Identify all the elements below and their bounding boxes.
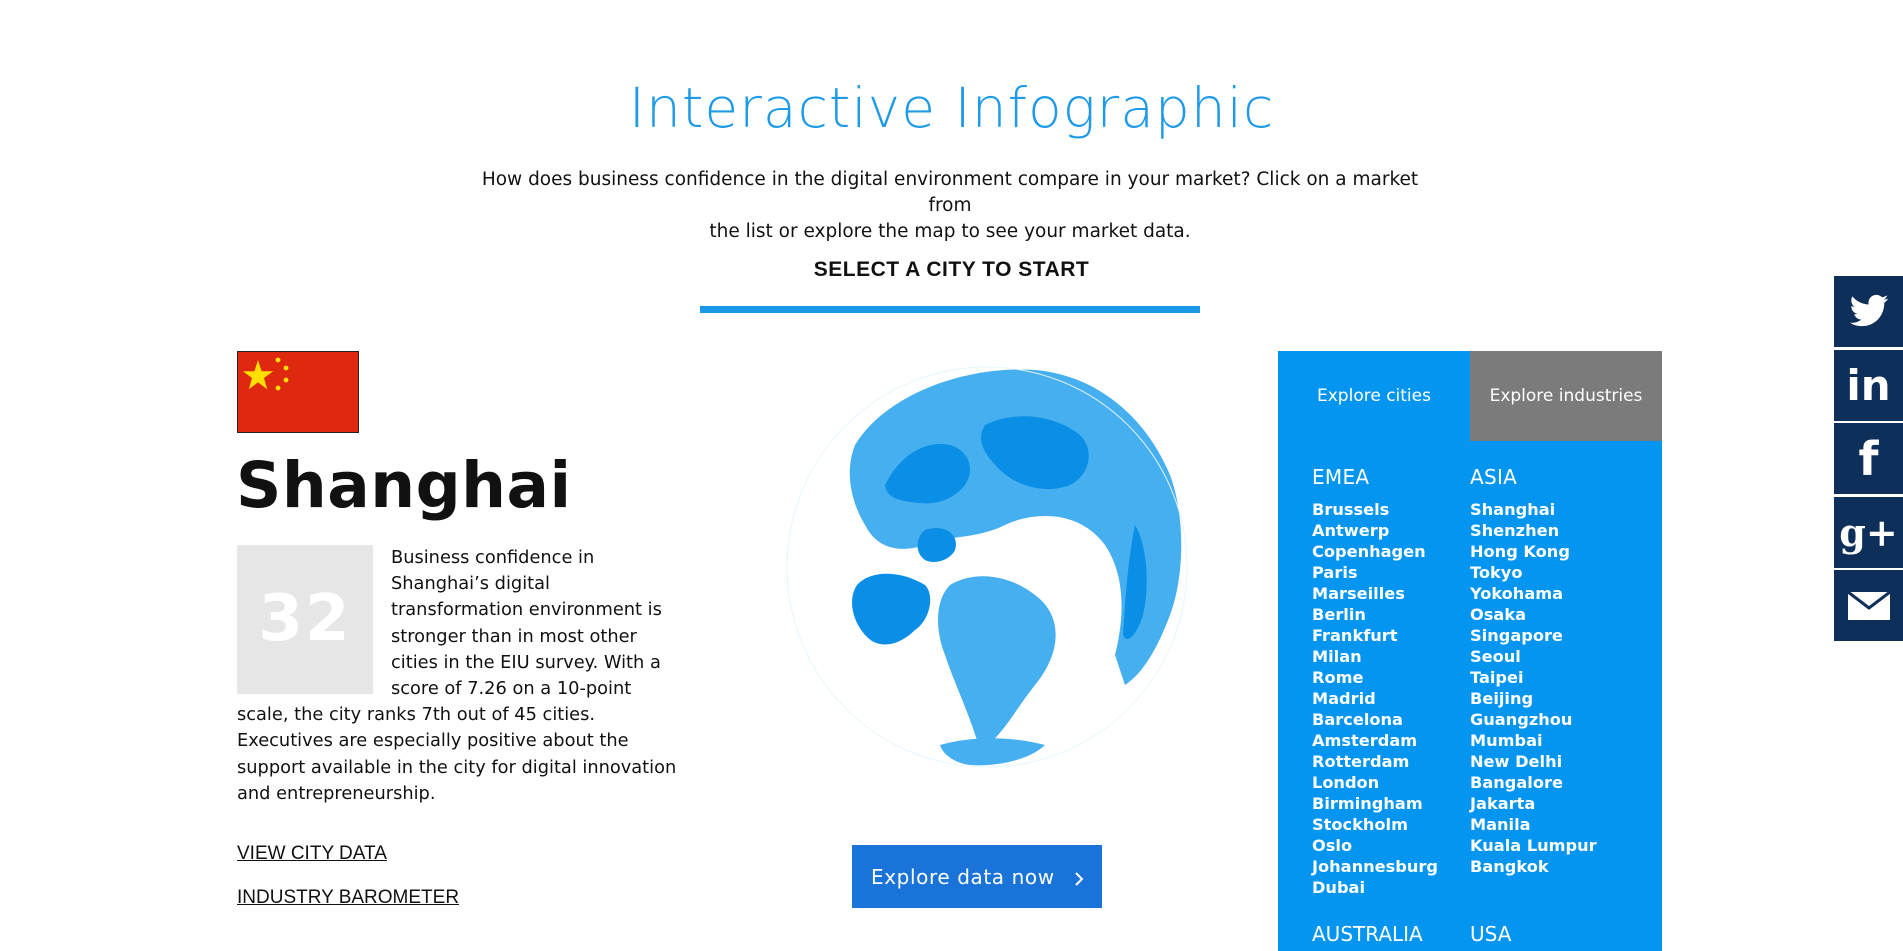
city-link[interactable]: Tokyo: [1470, 562, 1597, 583]
city-link[interactable]: Copenhagen: [1312, 541, 1438, 562]
city-link[interactable]: Shanghai: [1470, 499, 1597, 520]
city-link[interactable]: Bangkok: [1470, 856, 1597, 877]
city-link[interactable]: Madrid: [1312, 688, 1438, 709]
explore-data-label: Explore data now: [871, 864, 1055, 889]
city-link[interactable]: Rome: [1312, 667, 1438, 688]
linkedin-icon[interactable]: in: [1834, 349, 1903, 421]
city-link[interactable]: Barcelona: [1312, 709, 1438, 730]
city-link[interactable]: Beijing: [1470, 688, 1597, 709]
select-city-prompt: SELECT A CITY TO START: [813, 258, 1090, 281]
city-link[interactable]: Antwerp: [1312, 520, 1438, 541]
google-plus-icon[interactable]: g+: [1834, 496, 1903, 568]
chevron-right-icon: [1074, 868, 1084, 892]
intro-line-1: How does business confidence in the digi…: [481, 169, 1419, 216]
city-link[interactable]: Shenzhen: [1470, 520, 1597, 541]
linkedin-label: in: [1846, 360, 1891, 410]
city-link[interactable]: Dubai: [1312, 877, 1438, 898]
region-emea: EMEA Brussels Antwerp Copenhagen Paris M…: [1312, 465, 1438, 898]
city-link[interactable]: Stockholm: [1312, 814, 1438, 835]
city-list-emea: Brussels Antwerp Copenhagen Paris Marsei…: [1312, 499, 1438, 898]
region-heading: ASIA: [1470, 465, 1518, 489]
page-title: Interactive Infographic: [628, 76, 1275, 140]
city-link[interactable]: Brussels: [1312, 499, 1438, 520]
city-link[interactable]: Jakarta: [1470, 793, 1597, 814]
city-description: 32 Business confidence in Shanghai’s dig…: [237, 545, 677, 807]
city-link[interactable]: Manila: [1470, 814, 1597, 835]
google-plus-label: g+: [1839, 509, 1898, 555]
region-asia: ASIA Shanghai Shenzhen Hong Kong Tokyo Y…: [1470, 465, 1597, 877]
twitter-icon[interactable]: [1834, 276, 1903, 347]
facebook-label: f: [1858, 431, 1879, 486]
city-link[interactable]: Seoul: [1470, 646, 1597, 667]
city-link[interactable]: Hong Kong: [1470, 541, 1597, 562]
region-heading: EMEA: [1312, 465, 1370, 489]
city-link[interactable]: Yokohama: [1470, 583, 1597, 604]
intro-line-2: the list or explore the map to see your …: [709, 221, 1191, 242]
region-heading-usa: USA: [1470, 922, 1512, 946]
city-link[interactable]: New Delhi: [1470, 751, 1597, 772]
region-heading-australia: AUSTRALIA: [1312, 922, 1423, 946]
city-link[interactable]: Amsterdam: [1312, 730, 1438, 751]
city-link[interactable]: Kuala Lumpur: [1470, 835, 1597, 856]
city-link[interactable]: Guangzhou: [1470, 709, 1597, 730]
city-link[interactable]: Birmingham: [1312, 793, 1438, 814]
explore-data-button[interactable]: Explore data now: [852, 845, 1102, 908]
city-link[interactable]: Rotterdam: [1312, 751, 1438, 772]
tab-explore-industries[interactable]: Explore industries: [1470, 351, 1662, 441]
city-link[interactable]: Marseilles: [1312, 583, 1438, 604]
city-link[interactable]: Oslo: [1312, 835, 1438, 856]
facebook-icon[interactable]: f: [1834, 423, 1903, 494]
city-link[interactable]: London: [1312, 772, 1438, 793]
city-link[interactable]: Berlin: [1312, 604, 1438, 625]
city-link[interactable]: Bangalore: [1470, 772, 1597, 793]
select-underline: [700, 306, 1200, 313]
city-name: Shanghai: [236, 449, 572, 522]
city-list-asia: Shanghai Shenzhen Hong Kong Tokyo Yokoha…: [1470, 499, 1597, 877]
tab-explore-cities[interactable]: Explore cities: [1278, 351, 1470, 441]
industry-barometer-link[interactable]: INDUSTRY BAROMETER: [237, 887, 459, 909]
city-link[interactable]: Frankfurt: [1312, 625, 1438, 646]
city-score-badge: 32: [237, 545, 373, 694]
city-link[interactable]: Mumbai: [1470, 730, 1597, 751]
city-explorer-panel: Explore cities Explore industries EMEA B…: [1278, 351, 1662, 951]
globe-map-icon[interactable]: [775, 355, 1200, 780]
city-link[interactable]: Singapore: [1470, 625, 1597, 646]
city-link[interactable]: Paris: [1312, 562, 1438, 583]
city-link[interactable]: Osaka: [1470, 604, 1597, 625]
city-link[interactable]: Taipei: [1470, 667, 1597, 688]
intro-text: How does business confidence in the digi…: [460, 167, 1440, 245]
city-link[interactable]: Milan: [1312, 646, 1438, 667]
email-icon[interactable]: [1834, 570, 1903, 641]
china-flag-icon: [237, 351, 359, 433]
view-city-data-link[interactable]: VIEW CITY DATA: [237, 843, 387, 865]
social-share-bar: in f g+: [1834, 276, 1903, 644]
city-link[interactable]: Johannesburg: [1312, 856, 1438, 877]
